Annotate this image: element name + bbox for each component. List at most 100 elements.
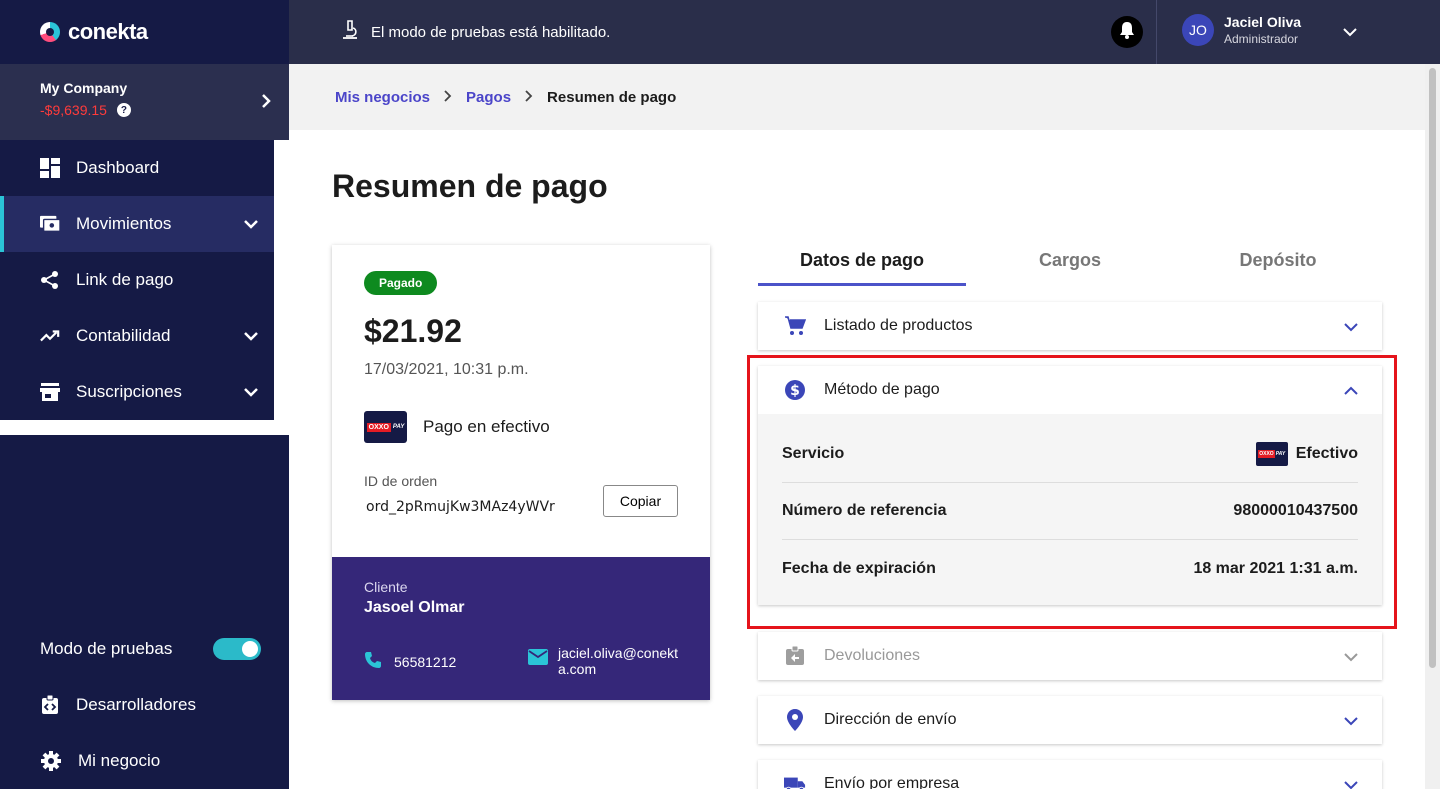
svg-text:$: $ <box>790 383 800 399</box>
developer-icon <box>40 695 60 715</box>
breadcrumb-link-pagos[interactable]: Pagos <box>466 89 511 106</box>
tab-cargos[interactable]: Cargos <box>966 244 1174 286</box>
sidebar-item-label: Suscripciones <box>76 382 182 401</box>
sidebar-item-desarrolladores[interactable]: Desarrolladores <box>0 677 289 733</box>
brand-name: conekta <box>68 19 148 44</box>
copy-button[interactable]: Copiar <box>603 485 678 517</box>
conekta-logo-icon <box>40 22 60 42</box>
payment-amount: $21.92 <box>364 313 462 349</box>
store-icon <box>40 382 60 402</box>
accordion-title: Dirección de envío <box>824 711 957 728</box>
accordion-title: Envío por empresa <box>824 775 960 789</box>
sidebar-item-movimientos[interactable]: Movimientos <box>0 196 274 252</box>
chevron-down-icon <box>1344 319 1358 337</box>
detail-label: Fecha de expiración <box>782 559 936 577</box>
chevron-down-icon <box>244 382 258 397</box>
breadcrumb-current: Resumen de pago <box>547 88 677 106</box>
help-icon[interactable]: ? <box>116 103 131 117</box>
client-name: Jasoel Olmar <box>364 599 465 616</box>
payment-summary-card: Pagado $21.92 17/03/2021, 10:31 p.m. OXX… <box>332 245 710 700</box>
avatar: JO <box>1182 14 1214 46</box>
payment-method: OXXO PAY Pago en efectivo <box>364 411 550 443</box>
main-content: Mis negocios Pagos Resumen de pago Resum… <box>289 64 1425 789</box>
test-mode-toggle[interactable] <box>213 638 261 660</box>
client-phone: 56581212 <box>364 651 456 672</box>
accordion-header[interactable]: Devoluciones <box>758 632 1382 680</box>
accordion-header[interactable]: $ Método de pago <box>758 366 1382 414</box>
payments-icon <box>40 214 60 234</box>
expiration-value: 18 mar 2021 1:31 a.m. <box>1193 559 1358 577</box>
nav-wrapper: Dashboard Movimientos Link de pago Conta… <box>0 140 289 435</box>
tab-datos-de-pago[interactable]: Datos de pago <box>758 244 966 286</box>
sidebar-item-label: Movimientos <box>76 214 172 233</box>
reference-value: 98000010437500 <box>1233 502 1358 519</box>
accordion-shipping-company: Envío por empresa <box>758 760 1382 789</box>
payment-method-label: Pago en efectivo <box>423 417 550 436</box>
user-info: Jaciel Oliva Administrador <box>1224 14 1301 46</box>
chevron-down-icon <box>244 326 258 341</box>
client-email-value: jaciel.oliva@conekta.com <box>558 645 679 677</box>
cart-icon <box>784 315 806 337</box>
accordion-payment-method: $ Método de pago Servicio OXXO PAY Efecti… <box>758 366 1382 605</box>
microscope-icon <box>341 20 359 44</box>
accordion-title: Devoluciones <box>824 647 921 664</box>
accordion-shipping-address: Dirección de envío <box>758 696 1382 744</box>
page-scrollbar[interactable] <box>1425 64 1440 789</box>
client-phone-value: 56581212 <box>394 653 457 670</box>
trending-icon <box>40 326 60 346</box>
scrollbar-thumb[interactable] <box>1429 68 1436 668</box>
test-mode-message: El modo de pruebas está habilitado. <box>371 23 611 41</box>
page-title: Resumen de pago <box>332 168 608 204</box>
client-panel: Cliente Jasoel Olmar 56581212 jaciel.oli… <box>332 557 710 700</box>
sidebar-item-contabilidad[interactable]: Contabilidad <box>0 308 274 364</box>
chevron-down-icon[interactable] <box>1343 24 1357 42</box>
user-name: Jaciel Oliva <box>1224 14 1302 30</box>
notifications-button[interactable] <box>1111 16 1143 48</box>
phone-icon <box>364 651 382 672</box>
company-name: My Company <box>40 80 128 96</box>
chevron-down-icon <box>1344 713 1358 731</box>
chevron-right-icon <box>525 89 533 106</box>
topbar-divider <box>1156 0 1157 64</box>
detail-value: OXXO PAY Efectivo <box>1255 442 1358 466</box>
accordion-header[interactable]: Dirección de envío <box>758 696 1382 744</box>
detail-label: Servicio <box>782 445 845 462</box>
sidebar-item-link-de-pago[interactable]: Link de pago <box>0 252 274 308</box>
breadcrumb: Mis negocios Pagos Resumen de pago <box>289 64 1425 130</box>
test-mode-banner: El modo de pruebas está habilitado. <box>341 20 610 44</box>
sidebar-item-label: Mi negocio <box>78 751 161 770</box>
top-bar: El modo de pruebas está habilitado. JO J… <box>289 0 1440 64</box>
accordion-title: Listado de productos <box>824 317 973 334</box>
user-menu[interactable]: JO Jaciel Oliva Administrador <box>1182 14 1301 46</box>
detail-tabs: Datos de pago Cargos Depósito <box>758 244 1382 286</box>
dashboard-icon <box>40 158 60 178</box>
accordion-products: Listado de productos <box>758 302 1382 350</box>
order-id-value: ord_2pRmujKw3MAz4yWVr <box>366 499 555 515</box>
sidebar-item-mi-negocio[interactable]: Mi negocio <box>0 733 289 789</box>
truck-icon <box>784 773 806 789</box>
detail-label: Número de referencia <box>782 502 947 519</box>
test-mode-row: Modo de pruebas <box>0 621 289 677</box>
company-selector[interactable]: My Company -$9,639.15 ? <box>0 64 289 140</box>
bottom-nav: Modo de pruebas Desarrolladores Mi negoc… <box>0 621 289 789</box>
chevron-down-icon <box>1344 649 1358 667</box>
chevron-right-icon <box>444 89 452 106</box>
sidebar-item-dashboard[interactable]: Dashboard <box>0 140 274 196</box>
chevron-down-icon <box>244 214 258 229</box>
main-nav: Dashboard Movimientos Link de pago Conta… <box>0 140 274 420</box>
service-value: Efectivo <box>1295 445 1358 462</box>
order-id-label: ID de orden <box>364 473 438 489</box>
dollar-icon: $ <box>784 379 806 401</box>
test-mode-label: Modo de pruebas <box>40 639 173 658</box>
logo[interactable]: conekta <box>0 0 289 64</box>
user-role: Administrador <box>1224 32 1299 46</box>
gear-icon <box>40 750 62 772</box>
accordion-header[interactable]: Envío por empresa <box>758 760 1382 789</box>
oxxo-pay-icon: OXXO PAY <box>364 411 407 443</box>
sidebar-item-suscripciones[interactable]: Suscripciones <box>0 364 274 420</box>
accordion-refunds: Devoluciones <box>758 632 1382 680</box>
accordion-header[interactable]: Listado de productos <box>758 302 1382 350</box>
tab-deposito[interactable]: Depósito <box>1174 244 1382 286</box>
payment-date: 17/03/2021, 10:31 p.m. <box>364 361 529 378</box>
breadcrumb-link-negocios[interactable]: Mis negocios <box>335 89 430 106</box>
